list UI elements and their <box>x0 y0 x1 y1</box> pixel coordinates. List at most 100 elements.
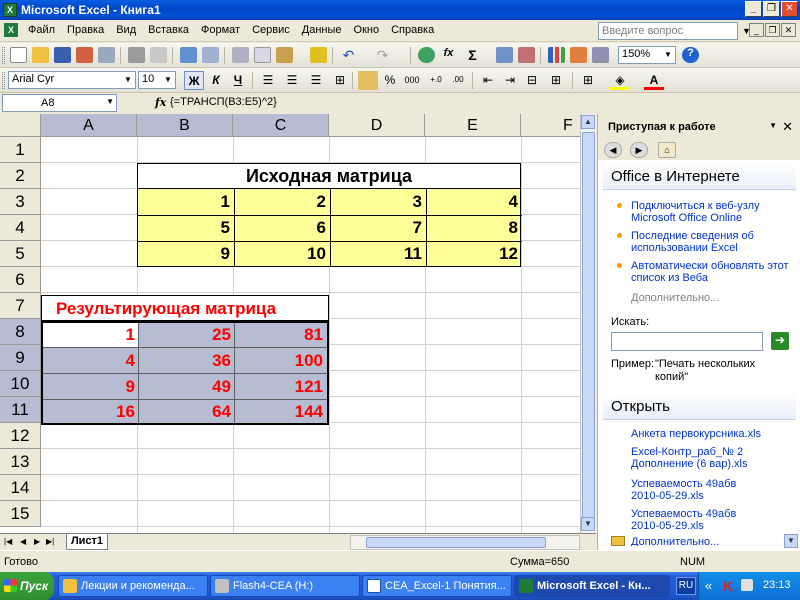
align-center-icon[interactable]: ☰ <box>282 71 302 90</box>
paste-icon[interactable] <box>276 47 293 63</box>
cell-c4[interactable]: 6 <box>234 215 330 241</box>
zoom-icon[interactable] <box>592 47 609 63</box>
row-header-15[interactable]: 15 <box>0 501 41 527</box>
menu-format[interactable]: Формат <box>195 24 246 36</box>
vertical-scroll-thumb[interactable] <box>582 132 595 522</box>
forward-icon[interactable]: ▶ <box>630 142 648 158</box>
cell-c3[interactable]: 2 <box>234 189 330 215</box>
cell-c11[interactable]: 144 <box>235 400 327 423</box>
cell-c9[interactable]: 100 <box>235 348 327 373</box>
horizontal-scroll-thumb[interactable] <box>366 537 546 548</box>
taskbar-item-word-doc[interactable]: CEA_Excel-1 Понятия... <box>362 575 512 597</box>
zoom-select[interactable]: 150% ▼ <box>618 46 676 64</box>
recent-file-3[interactable]: Успеваемость 49абв 2010-05-29.xls <box>603 478 796 508</box>
cell-c10[interactable]: 121 <box>235 374 327 399</box>
permission-icon[interactable] <box>76 47 93 63</box>
menu-window[interactable]: Окно <box>348 24 386 36</box>
chevron-down-icon[interactable]: ▼ <box>106 97 114 106</box>
row-header-6[interactable]: 6 <box>0 267 41 293</box>
taskbar-item-flash-drive[interactable]: Flash4-CEA (H:) <box>210 575 360 597</box>
column-header-e[interactable]: E <box>425 114 521 137</box>
cell-d3[interactable]: 3 <box>330 189 426 215</box>
cell-a11[interactable]: 16 <box>43 400 139 423</box>
percent-button[interactable]: % <box>380 71 400 90</box>
row-header-2[interactable]: 2 <box>0 163 41 189</box>
row-header-9[interactable]: 9 <box>0 345 41 371</box>
sort-descending-icon[interactable] <box>518 47 535 63</box>
row-header-4[interactable]: 4 <box>0 215 41 241</box>
menu-file[interactable]: Файл <box>22 24 61 36</box>
column-header-d[interactable]: D <box>329 114 425 137</box>
cell-e5[interactable]: 12 <box>426 241 522 267</box>
row-header-14[interactable]: 14 <box>0 475 41 501</box>
insert-function-icon[interactable]: fx <box>440 47 457 63</box>
speaker-icon[interactable] <box>741 579 753 591</box>
menu-edit[interactable]: Правка <box>61 24 110 36</box>
recent-file-2[interactable]: Excel-Контр_раб_№ 2 Дополнение (6 вар).x… <box>603 446 796 478</box>
cell-d5[interactable]: 11 <box>330 241 426 267</box>
sheet-tab-list1[interactable]: Лист1 <box>66 534 108 550</box>
format-painter-icon[interactable] <box>310 47 327 63</box>
chart-wizard-icon[interactable] <box>548 47 565 63</box>
row-header-12[interactable]: 12 <box>0 423 41 449</box>
cell-c5[interactable]: 10 <box>234 241 330 267</box>
redo-icon[interactable]: ↷ <box>374 47 391 63</box>
underline-button[interactable]: Ч <box>228 71 248 90</box>
link-latest-news[interactable]: Последние сведения об использовании Exce… <box>603 230 796 256</box>
tray-expand-icon[interactable]: « <box>705 578 712 593</box>
row-header-8[interactable]: 8 <box>0 319 41 345</box>
font-name-select[interactable]: Arial Cyr ▼ <box>8 71 136 89</box>
email-icon[interactable] <box>98 47 115 63</box>
row-header-1[interactable]: 1 <box>0 137 41 163</box>
minimize-button[interactable]: _ <box>745 1 762 17</box>
insert-column-icon[interactable]: ⊞ <box>546 71 566 90</box>
search-go-icon[interactable]: ➔ <box>771 332 789 350</box>
help-icon[interactable]: ? <box>682 47 699 63</box>
research-icon[interactable] <box>202 47 219 63</box>
cell-e3[interactable]: 4 <box>426 189 522 215</box>
close-button[interactable]: ✕ <box>781 1 798 17</box>
save-icon[interactable] <box>54 47 71 63</box>
menu-view[interactable]: Вид <box>110 24 142 36</box>
more-open-link[interactable]: Дополнительно... <box>603 536 796 546</box>
cell-c8[interactable]: 81 <box>235 323 327 347</box>
task-pane-title[interactable]: Приступая к работе <box>608 121 716 133</box>
start-button[interactable]: Пуск <box>0 572 54 600</box>
link-auto-update[interactable]: Автоматически обновлять этот список из В… <box>603 260 796 286</box>
taskbar-item-excel[interactable]: Microsoft Excel - Кн... <box>514 575 670 597</box>
column-header-b[interactable]: B <box>137 114 233 137</box>
prev-sheet-icon[interactable]: ◀ <box>20 537 26 546</box>
column-header-a[interactable]: A <box>41 114 137 137</box>
ask-question-input[interactable]: Введите вопрос <box>598 22 738 40</box>
undo-icon[interactable]: ↶ <box>340 47 357 63</box>
menu-help[interactable]: Справка <box>385 24 440 36</box>
insert-function-icon[interactable]: fx <box>155 96 166 109</box>
new-icon[interactable] <box>10 47 27 63</box>
cut-icon[interactable] <box>232 47 249 63</box>
cell-a9[interactable]: 4 <box>43 348 139 373</box>
back-icon[interactable]: ◀ <box>604 142 622 158</box>
increase-decimal-icon[interactable]: +.0 <box>426 71 446 90</box>
sort-ascending-icon[interactable] <box>496 47 513 63</box>
row-header-13[interactable]: 13 <box>0 449 41 475</box>
cell-b4[interactable]: 5 <box>138 215 234 241</box>
print-preview-icon[interactable] <box>150 47 167 63</box>
increase-indent-icon[interactable]: ⇥ <box>500 71 520 90</box>
spelling-icon[interactable] <box>180 47 197 63</box>
cell-a8[interactable]: 1 <box>43 323 139 347</box>
excel-doc-icon[interactable]: X <box>4 23 18 37</box>
home-icon[interactable]: ⌂ <box>658 142 676 158</box>
cell-b9[interactable]: 36 <box>139 348 235 373</box>
link-office-online[interactable]: Подключиться к веб-узлу Microsoft Office… <box>603 200 796 226</box>
vertical-scrollbar[interactable]: ▲ ▼ <box>580 114 596 533</box>
cell-b5[interactable]: 9 <box>138 241 234 267</box>
more-link[interactable]: Дополнительно... <box>603 292 796 304</box>
borders-icon[interactable]: ⊞ <box>578 71 598 90</box>
insert-row-icon[interactable]: ⊟ <box>522 71 542 90</box>
task-pane-scroll-down-icon[interactable]: ▼ <box>784 534 798 548</box>
row-header-7[interactable]: 7 <box>0 293 41 319</box>
doc-restore-button[interactable]: ❐ <box>765 23 780 37</box>
row-header-3[interactable]: 3 <box>0 189 41 215</box>
scroll-up-icon[interactable]: ▲ <box>581 115 595 129</box>
doc-close-button[interactable]: ✕ <box>781 23 796 37</box>
